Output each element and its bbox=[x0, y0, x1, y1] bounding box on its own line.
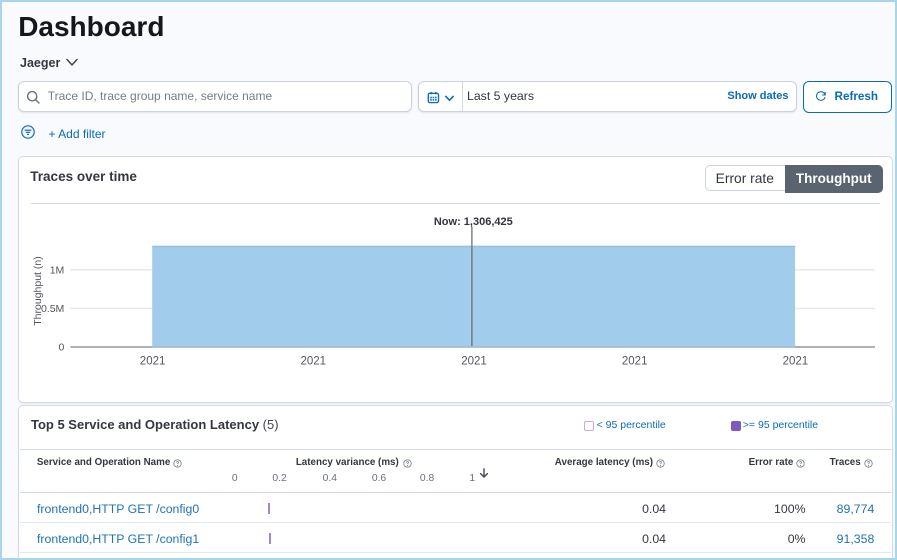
svg-text:0.5M: 0.5M bbox=[40, 303, 63, 315]
svg-text:2021: 2021 bbox=[461, 355, 487, 367]
svg-text:2021: 2021 bbox=[300, 355, 326, 367]
svg-text:1M: 1M bbox=[49, 264, 64, 276]
svg-text:2021: 2021 bbox=[621, 355, 647, 367]
svg-text:Throughput (n): Throughput (n) bbox=[32, 256, 44, 325]
svg-text:Now: 1,306,425: Now: 1,306,425 bbox=[433, 216, 512, 228]
svg-text:2021: 2021 bbox=[782, 355, 808, 367]
svg-text:2021: 2021 bbox=[139, 355, 165, 367]
svg-text:0: 0 bbox=[58, 342, 64, 354]
